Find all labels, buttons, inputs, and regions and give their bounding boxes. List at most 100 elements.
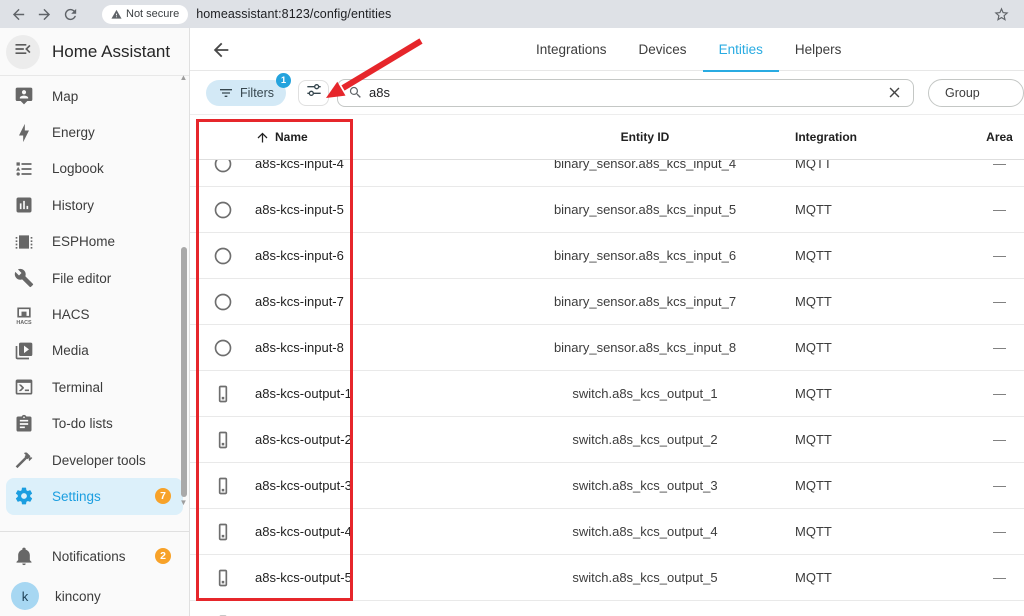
search-icon bbox=[348, 85, 363, 100]
search-input[interactable] bbox=[369, 85, 886, 100]
cell-area: — bbox=[955, 524, 1024, 539]
cell-integration: MQTT bbox=[795, 386, 955, 401]
sidebar-item-icon bbox=[14, 195, 34, 215]
cell-integration: MQTT bbox=[795, 432, 955, 447]
menu-open-icon bbox=[13, 39, 33, 64]
sidebar-item[interactable]: ESPHome bbox=[6, 224, 183, 260]
table-row[interactable]: a8s-kcs-output-2 switch.a8s_kcs_output_2… bbox=[190, 417, 1024, 463]
warning-triangle-icon bbox=[111, 9, 122, 20]
sidebar-item-label: Logbook bbox=[52, 161, 104, 176]
cell-entity-id: switch.a8s_kcs_output_5 bbox=[495, 570, 795, 585]
bell-icon bbox=[14, 546, 34, 566]
cell-entity-id: binary_sensor.a8s_kcs_input_6 bbox=[495, 248, 795, 263]
bookmark-star-icon[interactable] bbox=[993, 6, 1010, 23]
tab[interactable]: Integrations bbox=[520, 28, 623, 71]
sidebar-toggle-button[interactable] bbox=[6, 35, 40, 69]
sidebar-item[interactable]: History bbox=[6, 187, 183, 223]
tab[interactable]: Helpers bbox=[779, 28, 858, 71]
sidebar-item[interactable]: Developer tools bbox=[6, 442, 183, 478]
table-row[interactable] bbox=[190, 601, 1024, 616]
table-row[interactable]: a8s-kcs-input-7 binary_sensor.a8s_kcs_in… bbox=[190, 279, 1024, 325]
sidebar-menu: Map Energy Logbook History ESPHome bbox=[0, 76, 189, 515]
sidebar-item[interactable]: Logbook bbox=[6, 151, 183, 187]
entity-type-icon bbox=[213, 160, 233, 174]
sidebar-header: Home Assistant bbox=[0, 28, 189, 76]
sidebar-item-label: To-do lists bbox=[52, 416, 113, 431]
sidebar-item-icon: HACS bbox=[14, 305, 34, 325]
cell-integration: MQTT bbox=[795, 248, 955, 263]
back-button[interactable] bbox=[210, 39, 232, 61]
filter-icon bbox=[218, 85, 234, 101]
sidebar-item-label: History bbox=[52, 198, 94, 213]
sidebar-scroll-down-arrow[interactable]: ▼ bbox=[179, 498, 188, 507]
column-header-entity-id[interactable]: Entity ID bbox=[495, 130, 795, 144]
sidebar-item[interactable]: File editor bbox=[6, 260, 183, 296]
cell-name: a8s-kcs-output-5 bbox=[255, 570, 495, 585]
tune-icon bbox=[306, 82, 322, 103]
clear-search-icon[interactable] bbox=[886, 84, 903, 101]
column-settings-button[interactable] bbox=[298, 80, 329, 106]
sidebar-item-badge: 7 bbox=[155, 488, 171, 504]
sidebar-item[interactable]: Terminal bbox=[6, 369, 183, 405]
table-row[interactable]: a8s-kcs-input-6 binary_sensor.a8s_kcs_in… bbox=[190, 233, 1024, 279]
sidebar-scroll-up-arrow[interactable]: ▲ bbox=[179, 73, 188, 82]
column-header-integration[interactable]: Integration bbox=[795, 130, 955, 144]
name-header-label: Name bbox=[275, 130, 308, 144]
main-content: Integrations Devices Entities Helpers Fi… bbox=[190, 28, 1024, 616]
notifications-badge: 2 bbox=[155, 548, 171, 564]
screen: Not secure homeassistant:8123/config/ent… bbox=[0, 0, 1024, 616]
browser-refresh-icon[interactable] bbox=[62, 6, 79, 23]
sidebar-item[interactable]: HACS HACS bbox=[6, 296, 183, 332]
tab[interactable]: Devices bbox=[623, 28, 703, 71]
sidebar-item-label: Settings bbox=[52, 489, 101, 504]
cell-area: — bbox=[955, 386, 1024, 401]
tab-label: Integrations bbox=[536, 42, 607, 57]
table-row[interactable]: a8s-kcs-output-5 switch.a8s_kcs_output_5… bbox=[190, 555, 1024, 601]
sidebar-scrollbar-thumb[interactable] bbox=[181, 247, 187, 497]
sidebar-item-notifications[interactable]: Notifications 2 bbox=[6, 536, 183, 576]
sidebar-item-icon bbox=[14, 86, 34, 106]
sidebar-item-user[interactable]: k kincony bbox=[6, 576, 183, 616]
cell-integration: MQTT bbox=[795, 202, 955, 217]
entity-type-icon bbox=[213, 476, 233, 496]
sidebar-item[interactable]: Map bbox=[6, 78, 183, 114]
filters-button[interactable]: Filters 1 bbox=[206, 80, 286, 106]
browser-forward-icon[interactable] bbox=[36, 6, 53, 23]
sidebar-item-icon bbox=[14, 414, 34, 434]
cell-entity-id: switch.a8s_kcs_output_4 bbox=[495, 524, 795, 539]
column-header-area[interactable]: Area bbox=[955, 130, 1024, 144]
group-button[interactable]: Group bbox=[928, 79, 1024, 107]
entity-type-icon bbox=[213, 200, 233, 220]
tab[interactable]: Entities bbox=[703, 28, 779, 71]
tab-label: Entities bbox=[719, 42, 763, 57]
table-row[interactable]: a8s-kcs-input-5 binary_sensor.a8s_kcs_in… bbox=[190, 187, 1024, 233]
table-row[interactable]: a8s-kcs-output-3 switch.a8s_kcs_output_3… bbox=[190, 463, 1024, 509]
sidebar-item[interactable]: Settings 7 bbox=[6, 478, 183, 514]
tab-label: Helpers bbox=[795, 42, 842, 57]
column-header-name[interactable]: Name bbox=[255, 130, 495, 145]
table-row[interactable]: a8s-kcs-output-4 switch.a8s_kcs_output_4… bbox=[190, 509, 1024, 555]
sidebar-item-label: Terminal bbox=[52, 380, 103, 395]
cell-integration: MQTT bbox=[795, 478, 955, 493]
table-row[interactable]: a8s-kcs-input-8 binary_sensor.a8s_kcs_in… bbox=[190, 325, 1024, 371]
browser-back-icon[interactable] bbox=[10, 6, 27, 23]
cell-name: a8s-kcs-input-8 bbox=[255, 340, 495, 355]
table-row[interactable]: a8s-kcs-input-4 binary_sensor.a8s_kcs_in… bbox=[190, 160, 1024, 187]
cell-area: — bbox=[955, 570, 1024, 585]
sidebar-item-icon bbox=[14, 159, 34, 179]
cell-area: — bbox=[955, 432, 1024, 447]
app-title: Home Assistant bbox=[52, 42, 170, 62]
cell-entity-id: switch.a8s_kcs_output_3 bbox=[495, 478, 795, 493]
page-topbar: Integrations Devices Entities Helpers bbox=[190, 28, 1024, 71]
sidebar-item[interactable]: Energy bbox=[6, 114, 183, 150]
sidebar-item[interactable]: Media bbox=[6, 333, 183, 369]
table-row[interactable]: a8s-kcs-output-1 switch.a8s_kcs_output_1… bbox=[190, 371, 1024, 417]
address-bar-url[interactable]: homeassistant:8123/config/entities bbox=[196, 7, 391, 21]
security-chip[interactable]: Not secure bbox=[102, 5, 188, 24]
cell-integration: MQTT bbox=[795, 294, 955, 309]
sidebar-item[interactable]: To-do lists bbox=[6, 406, 183, 442]
sidebar-item-label: Media bbox=[52, 343, 89, 358]
entity-type-icon bbox=[213, 338, 233, 358]
svg-text:HACS: HACS bbox=[16, 319, 32, 324]
sidebar-item-icon bbox=[14, 232, 34, 252]
